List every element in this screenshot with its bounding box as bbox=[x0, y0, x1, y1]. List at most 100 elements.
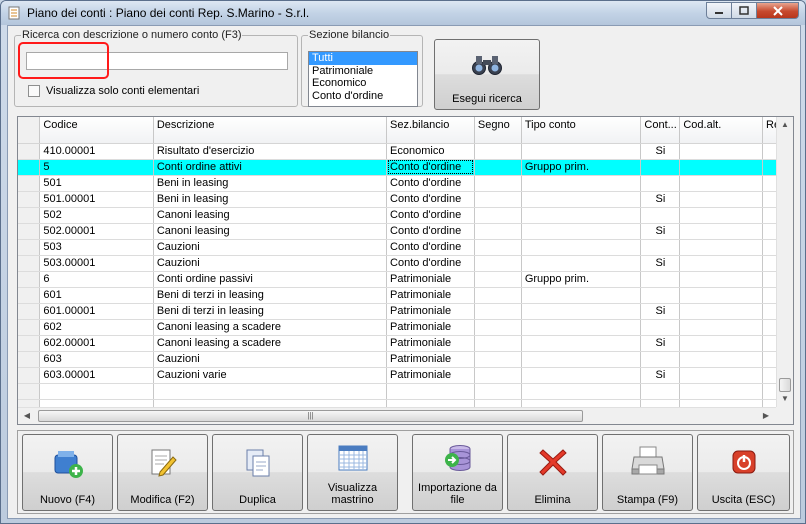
cell-segno[interactable] bbox=[474, 319, 522, 336]
cell-descrizione[interactable]: Beni in leasing bbox=[153, 191, 388, 208]
cell-segno[interactable] bbox=[474, 255, 522, 272]
cell-cod-alt[interactable] bbox=[679, 191, 764, 208]
column-header-segno[interactable]: Segno bbox=[474, 117, 522, 144]
row-header[interactable] bbox=[18, 191, 41, 208]
cell-cod-alt[interactable] bbox=[679, 287, 764, 304]
exit-button[interactable]: Uscita (ESC) bbox=[697, 434, 790, 511]
print-button[interactable]: Stampa (F9) bbox=[602, 434, 693, 511]
cell-sez-bilancio[interactable]: Patrimoniale bbox=[386, 303, 475, 320]
cell-cont[interactable]: Si bbox=[640, 335, 681, 352]
cell-codice[interactable]: 603 bbox=[39, 351, 154, 368]
section-option-conto-ordine[interactable]: Conto d'ordine bbox=[309, 90, 417, 103]
table-row[interactable]: 602 Canoni leasing a scadere Patrimoniale bbox=[18, 319, 793, 336]
cell-cod-alt[interactable] bbox=[679, 351, 764, 368]
cell-sez-bilancio[interactable]: Patrimoniale bbox=[386, 351, 475, 368]
table-row[interactable]: 5 Conti ordine attivi Conto d'ordine Gruppo… bbox=[18, 159, 793, 176]
cell-descrizione[interactable]: Beni in leasing bbox=[153, 175, 388, 192]
table-row[interactable] bbox=[18, 383, 793, 400]
table-row[interactable]: 410.00001 Risultato d'esercizio Economico S… bbox=[18, 143, 793, 160]
search-input[interactable] bbox=[26, 52, 288, 70]
cell-cont[interactable] bbox=[640, 239, 681, 256]
cell-sez-bilancio[interactable]: Conto d'ordine bbox=[386, 239, 475, 256]
cell-codice[interactable]: 503 bbox=[39, 239, 154, 256]
row-header[interactable] bbox=[18, 175, 41, 192]
scroll-up-icon[interactable]: ▲ bbox=[780, 120, 790, 130]
cell-codice[interactable]: 601.00001 bbox=[39, 303, 154, 320]
cell-descrizione[interactable]: Canoni leasing bbox=[153, 207, 388, 224]
section-option-patrimoniale[interactable]: Patrimoniale bbox=[309, 65, 417, 78]
cell-codice[interactable]: 602.00001 bbox=[39, 335, 154, 352]
cell-tipo-conto[interactable] bbox=[521, 239, 642, 256]
cell-sez-bilancio[interactable]: Patrimoniale bbox=[386, 335, 475, 352]
cell-codice[interactable] bbox=[39, 383, 154, 400]
cell-tipo-conto[interactable] bbox=[521, 383, 642, 400]
table-row[interactable]: 601 Beni di terzi in leasing Patrimoniale bbox=[18, 287, 793, 304]
cell-descrizione[interactable] bbox=[153, 383, 388, 400]
cell-descrizione[interactable]: Canoni leasing a scadere bbox=[153, 319, 388, 336]
cell-tipo-conto[interactable] bbox=[521, 191, 642, 208]
cell-cont[interactable]: Si bbox=[640, 223, 681, 240]
cell-cont[interactable] bbox=[640, 175, 681, 192]
row-header[interactable] bbox=[18, 239, 41, 256]
row-header[interactable] bbox=[18, 351, 41, 368]
cell-descrizione[interactable]: Cauzioni bbox=[153, 255, 388, 272]
cell-cod-alt[interactable] bbox=[679, 367, 764, 384]
cell-cont[interactable] bbox=[640, 319, 681, 336]
cell-descrizione[interactable]: Cauzioni bbox=[153, 351, 388, 368]
cell-cod-alt[interactable] bbox=[679, 159, 764, 176]
column-header-codice[interactable]: Codice bbox=[39, 117, 154, 144]
section-listbox[interactable]: Tutti Patrimoniale Economico Conto d'ord… bbox=[308, 51, 418, 107]
cell-tipo-conto[interactable] bbox=[521, 175, 642, 192]
minimize-button[interactable] bbox=[706, 2, 732, 19]
cell-sez-bilancio[interactable]: Economico bbox=[386, 143, 475, 160]
cell-tipo-conto[interactable] bbox=[521, 367, 642, 384]
cell-cont[interactable]: Si bbox=[640, 255, 681, 272]
close-button[interactable] bbox=[756, 2, 799, 19]
cell-segno[interactable] bbox=[474, 175, 522, 192]
cell-segno[interactable] bbox=[474, 207, 522, 224]
table-row[interactable]: 502 Canoni leasing Conto d'ordine bbox=[18, 207, 793, 224]
cell-codice[interactable]: 603.00001 bbox=[39, 367, 154, 384]
cell-codice[interactable]: 502 bbox=[39, 207, 154, 224]
row-header[interactable] bbox=[18, 271, 41, 288]
view-ledger-button[interactable]: Visualizza mastrino bbox=[307, 434, 398, 511]
cell-sez-bilancio[interactable]: Patrimoniale bbox=[386, 287, 475, 304]
cell-cod-alt[interactable] bbox=[679, 319, 764, 336]
cell-cod-alt[interactable] bbox=[679, 239, 764, 256]
duplicate-button[interactable]: Duplica bbox=[212, 434, 303, 511]
column-header-cod-alt[interactable]: Cod.alt. bbox=[679, 117, 764, 144]
cell-tipo-conto[interactable] bbox=[521, 255, 642, 272]
vertical-scrollbar[interactable]: ▲ ▼ bbox=[776, 117, 793, 407]
cell-segno[interactable] bbox=[474, 191, 522, 208]
cell-segno[interactable] bbox=[474, 335, 522, 352]
column-header-descrizione[interactable]: Descrizione bbox=[153, 117, 388, 144]
table-row[interactable]: 603 Cauzioni Patrimoniale bbox=[18, 351, 793, 368]
cell-sez-bilancio[interactable]: Patrimoniale bbox=[386, 367, 475, 384]
cell-codice[interactable]: 602 bbox=[39, 319, 154, 336]
cell-descrizione[interactable]: Cauzioni bbox=[153, 239, 388, 256]
delete-button[interactable]: Elimina bbox=[507, 434, 598, 511]
table-row[interactable]: 6 Conti ordine passivi Patrimoniale Gruppo … bbox=[18, 271, 793, 288]
cell-codice[interactable]: 501 bbox=[39, 175, 154, 192]
cell-sez-bilancio[interactable]: Conto d'ordine bbox=[386, 255, 475, 272]
cell-descrizione[interactable]: Canoni leasing a scadere bbox=[153, 335, 388, 352]
row-header[interactable] bbox=[18, 303, 41, 320]
table-row[interactable]: 503 Cauzioni Conto d'ordine bbox=[18, 239, 793, 256]
table-row[interactable]: 501.00001 Beni in leasing Conto d'ordine Si bbox=[18, 191, 793, 208]
cell-codice[interactable]: 5 bbox=[39, 159, 154, 176]
import-file-button[interactable]: Importazione da file bbox=[412, 434, 503, 511]
cell-cod-alt[interactable] bbox=[679, 223, 764, 240]
table-row[interactable]: 501 Beni in leasing Conto d'ordine bbox=[18, 175, 793, 192]
cell-cont[interactable] bbox=[640, 383, 681, 400]
cell-segno[interactable] bbox=[474, 351, 522, 368]
cell-codice[interactable]: 601 bbox=[39, 287, 154, 304]
row-header[interactable] bbox=[18, 383, 41, 400]
search-execute-button[interactable]: Esegui ricerca bbox=[434, 39, 540, 110]
cell-tipo-conto[interactable] bbox=[521, 287, 642, 304]
row-header[interactable] bbox=[18, 367, 41, 384]
cell-cod-alt[interactable] bbox=[679, 335, 764, 352]
column-header-cont[interactable]: Cont... bbox=[640, 117, 681, 144]
edit-button[interactable]: Modifica (F2) bbox=[117, 434, 208, 511]
cell-segno[interactable] bbox=[474, 239, 522, 256]
accounts-grid[interactable]: Codice Descrizione Sez.bilancio Segno Ti… bbox=[17, 116, 794, 425]
